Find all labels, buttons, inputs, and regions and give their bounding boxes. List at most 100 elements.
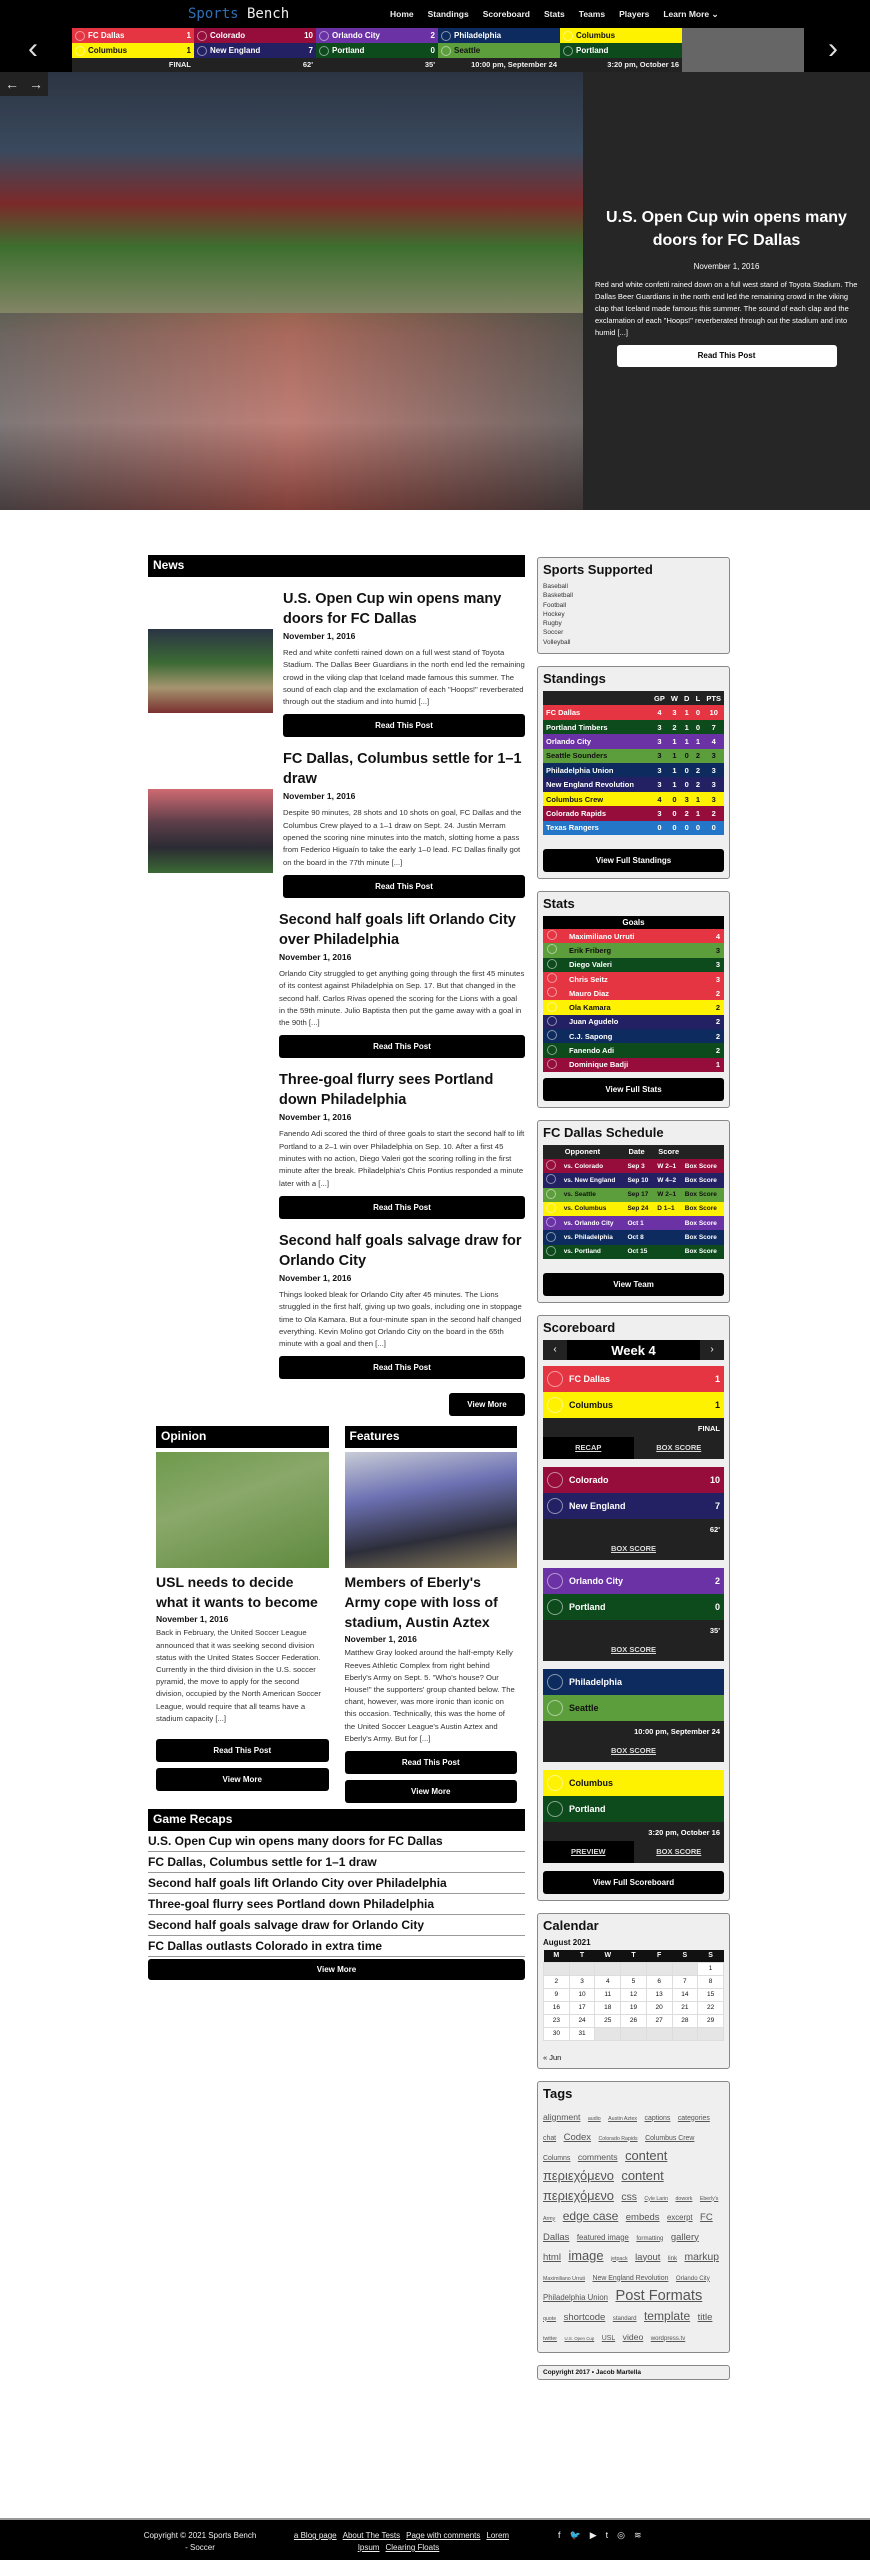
sport-item[interactable]: Football xyxy=(543,601,724,610)
standings-team[interactable]: Orlando City xyxy=(543,734,651,748)
standings-row[interactable]: Columbus Crew 4 0 3 1 3 xyxy=(543,791,724,807)
tag-link[interactable]: Colorado Rapids xyxy=(599,2136,638,2142)
features-image[interactable] xyxy=(344,1452,517,1569)
tag-link[interactable]: featured image xyxy=(577,2233,629,2242)
tag-link[interactable]: title xyxy=(698,2312,713,2323)
scoreboard-team-name[interactable]: Orlando City xyxy=(569,1576,715,1586)
player-name[interactable]: Fanendo Adi xyxy=(565,1043,701,1057)
schedule-opponent[interactable]: vs. Columbus xyxy=(561,1202,625,1216)
standings-row[interactable]: Colorado Rapids 3 0 2 1 2 xyxy=(543,806,724,821)
tag-link[interactable]: embeds xyxy=(626,2212,660,2223)
tag-link[interactable]: U.S. Open Cup xyxy=(564,2336,594,2341)
schedule-opponent[interactable]: vs. Philadelphia xyxy=(561,1230,625,1244)
facebook-icon[interactable]: f xyxy=(558,2530,561,2541)
tag-link[interactable]: Maximiliano Urruti xyxy=(543,2276,585,2282)
tag-link[interactable]: jetpack xyxy=(611,2256,628,2262)
hero-read-button[interactable]: Read This Post xyxy=(616,345,837,367)
opinion-view-more-button[interactable]: View More xyxy=(156,1768,329,1792)
scoreboard-team-name[interactable]: Colorado xyxy=(569,1475,710,1485)
player-name[interactable]: Ola Kamara xyxy=(565,1000,701,1014)
stats-row[interactable]: Mauro Diaz 2 xyxy=(543,986,724,1001)
tag-link[interactable]: Philadelphia Union xyxy=(543,2293,608,2302)
tag-link[interactable]: css xyxy=(621,2192,637,2203)
tag-link[interactable]: captions xyxy=(645,2115,671,2122)
news-title[interactable]: FC Dallas, Columbus settle for 1–1 draw xyxy=(283,749,525,789)
player-name[interactable]: Chris Seitz xyxy=(565,972,701,986)
footer-link[interactable]: Clearing Floats xyxy=(385,2543,439,2552)
recap-link[interactable]: FC Dallas outlasts Colorado in extra tim… xyxy=(148,1936,525,1958)
stats-row[interactable]: Diego Valeri 3 xyxy=(543,957,724,972)
hero-next-arrow-icon[interactable]: → xyxy=(29,76,43,92)
box-score-link[interactable]: BOX SCORE xyxy=(543,1538,724,1560)
view-team-button[interactable]: View Team xyxy=(543,1273,724,1297)
tag-link[interactable]: markup xyxy=(684,2252,719,2263)
scoreboard-team-name[interactable]: Columbus xyxy=(569,1400,715,1410)
nav-item-0[interactable]: Home xyxy=(390,9,414,20)
recap-link[interactable]: U.S. Open Cup win opens many doors for F… xyxy=(148,1831,525,1853)
news-title[interactable]: Three-goal flurry sees Portland down Phi… xyxy=(279,1070,525,1110)
tag-link[interactable]: link xyxy=(668,2255,677,2262)
tag-link[interactable]: USL xyxy=(602,2335,616,2342)
standings-row[interactable]: New England Revolution 3 1 0 2 3 xyxy=(543,777,724,792)
player-name[interactable]: Maximiliano Urruti xyxy=(565,929,701,943)
scoreboard-team-name[interactable]: Columbus xyxy=(569,1778,720,1788)
tag-link[interactable]: comments xyxy=(578,2152,618,2162)
tag-link[interactable]: video xyxy=(623,2332,644,2342)
prev-week-button[interactable]: ‹ xyxy=(543,1340,567,1361)
recap-link[interactable]: Three-goal flurry sees Portland down Phi… xyxy=(148,1894,525,1916)
standings-team[interactable]: Portland Timbers xyxy=(543,720,651,734)
view-full-scoreboard-button[interactable]: View Full Scoreboard xyxy=(543,1871,724,1895)
box-score-link[interactable]: BOX SCORE xyxy=(543,1639,724,1661)
tag-link[interactable]: Cyle Larin xyxy=(644,2196,668,2202)
sport-item[interactable]: Volleyball xyxy=(543,638,724,647)
recap-link[interactable]: RECAP xyxy=(543,1437,634,1460)
footer-link[interactable]: About The Tests xyxy=(343,2531,401,2540)
news-title[interactable]: Second half goals salvage draw for Orlan… xyxy=(279,1231,525,1271)
stats-row[interactable]: Ola Kamara 2 xyxy=(543,1000,724,1015)
box-score-link[interactable]: Box Score xyxy=(682,1230,724,1244)
tag-link[interactable]: html xyxy=(543,2252,561,2263)
tag-link[interactable]: edge case xyxy=(563,2209,619,2223)
standings-team[interactable]: Colorado Rapids xyxy=(543,806,651,820)
tag-link[interactable]: chat xyxy=(543,2135,556,2142)
instagram-icon[interactable]: ◎ xyxy=(617,2530,625,2541)
standings-row[interactable]: FC Dallas 4 3 1 0 10 xyxy=(543,705,724,720)
tag-link[interactable]: Columbus Crew xyxy=(645,2135,694,2142)
scoreboard-team-name[interactable]: Seattle xyxy=(569,1703,720,1713)
nav-item-2[interactable]: Scoreboard xyxy=(483,9,530,20)
tag-link[interactable]: Post Formats xyxy=(615,2288,702,2304)
ticker-game[interactable]: Columbus Portland 3:20 pm, October 16 xyxy=(560,28,682,72)
scoreboard-team-name[interactable]: New England xyxy=(569,1501,715,1511)
view-full-stats-button[interactable]: View Full Stats xyxy=(543,1077,724,1101)
standings-row[interactable]: Portland Timbers 3 2 1 0 7 xyxy=(543,719,724,735)
stats-row[interactable]: Juan Agudelo 2 xyxy=(543,1014,724,1030)
scoreboard-team-name[interactable]: Portland xyxy=(569,1804,720,1814)
tag-link[interactable]: twitter xyxy=(543,2336,557,2342)
tag-link[interactable]: audio xyxy=(588,2116,601,2122)
sport-item[interactable]: Rugby xyxy=(543,619,724,628)
nav-item-5[interactable]: Players xyxy=(619,9,649,20)
tag-link[interactable]: dowork xyxy=(675,2196,692,2202)
standings-team[interactable]: Columbus Crew xyxy=(543,792,651,806)
tag-link[interactable]: wordpress.tv xyxy=(651,2335,686,2342)
standings-row[interactable]: Orlando City 3 1 1 1 4 xyxy=(543,734,724,749)
tumblr-icon[interactable]: t xyxy=(606,2530,609,2541)
box-score-link[interactable]: Box Score xyxy=(682,1173,724,1187)
standings-team[interactable]: FC Dallas xyxy=(543,705,651,719)
player-name[interactable]: Diego Valeri xyxy=(565,958,701,972)
stats-row[interactable]: C.J. Sapong 2 xyxy=(543,1029,724,1044)
opinion-image[interactable] xyxy=(156,1452,329,1569)
twitter-icon[interactable]: 🐦 xyxy=(570,2530,581,2541)
stats-row[interactable]: Erik Friberg 3 xyxy=(543,943,724,958)
tag-link[interactable]: alignment xyxy=(543,2112,580,2122)
read-post-button[interactable]: Read This Post xyxy=(279,1035,525,1059)
tag-link[interactable]: Austin Aztex xyxy=(608,2116,637,2122)
calendar-prev-month-link[interactable]: « Jun xyxy=(543,2053,724,2062)
site-logo[interactable]: Sports Bench xyxy=(188,6,289,22)
read-post-button[interactable]: Read This Post xyxy=(283,714,525,738)
read-post-button[interactable]: Read This Post xyxy=(279,1356,525,1380)
schedule-opponent[interactable]: vs. Seattle xyxy=(561,1188,625,1202)
news-title[interactable]: Second half goals lift Orlando City over… xyxy=(279,910,525,950)
box-score-link[interactable]: BOX SCORE xyxy=(634,1437,725,1459)
standings-row[interactable]: Texas Rangers 0 0 0 0 0 xyxy=(543,820,724,835)
